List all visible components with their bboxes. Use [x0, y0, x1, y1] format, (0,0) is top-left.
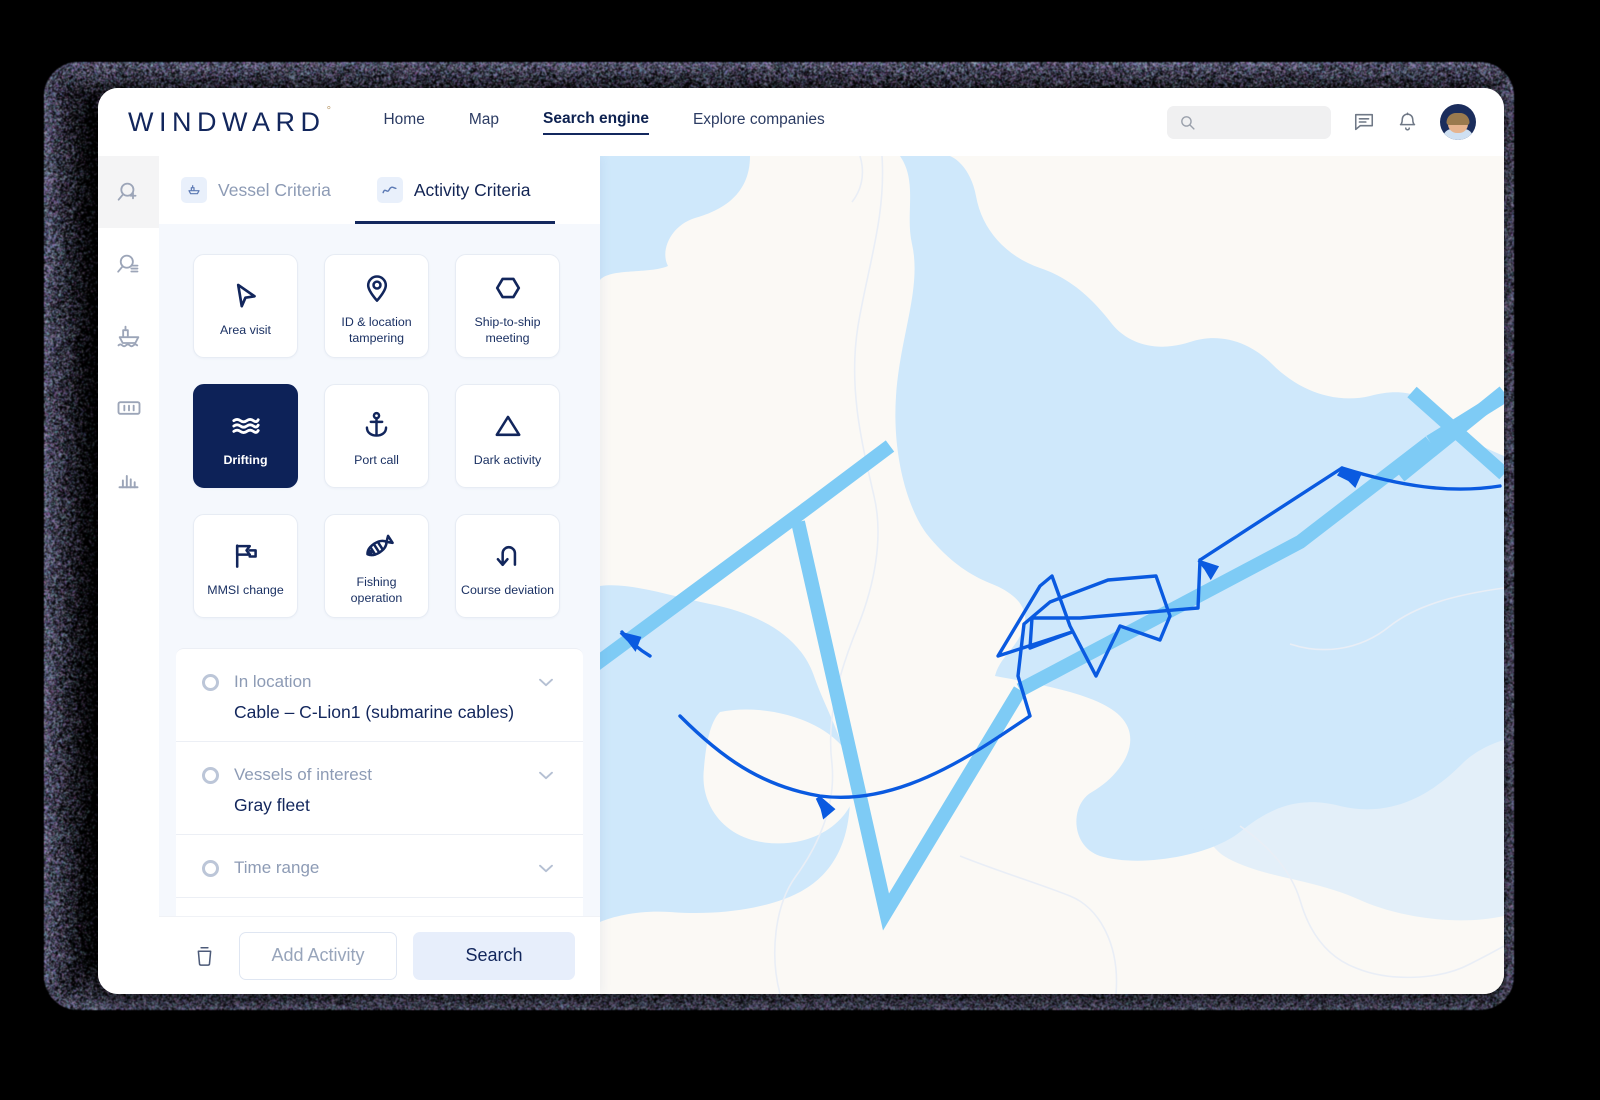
activity-cards-section: Area visit ID & location tampering Ship-…: [159, 224, 600, 626]
tab-activity-criteria[interactable]: Activity Criteria: [355, 156, 555, 224]
chevron-down-icon[interactable]: [535, 671, 557, 693]
search-icon: [1179, 114, 1196, 131]
radio-icon[interactable]: [202, 674, 219, 691]
activity-card-label: ID & location tampering: [325, 315, 428, 345]
activity-card-mmsi-change[interactable]: MMSI change: [193, 514, 298, 618]
activity-card-port-call[interactable]: Port call: [324, 384, 429, 488]
top-header: WINDWARD ° Home Map Search engine Explor…: [98, 88, 1504, 156]
filter-row-time-range[interactable]: Time range: [176, 835, 583, 898]
notification-bell-icon[interactable]: [1397, 111, 1418, 133]
u-turn-arrow-icon: [492, 534, 524, 578]
left-icon-rail: [98, 156, 159, 994]
new-search-icon: [115, 179, 142, 206]
rail-item-new-search[interactable]: [98, 156, 159, 228]
vessel-icon: [115, 322, 143, 350]
nav-item-search-engine[interactable]: Search engine: [543, 110, 649, 135]
app-body: Vessel Criteria Activity Criteria Area v…: [98, 156, 1504, 994]
search-button[interactable]: Search: [413, 932, 575, 980]
radio-icon[interactable]: [202, 767, 219, 784]
avatar-hair: [1447, 113, 1470, 125]
anchor-icon: [361, 404, 392, 448]
global-search-box[interactable]: [1167, 106, 1331, 139]
activity-card-label: Fishing operation: [325, 575, 428, 605]
filter-value: Gray fleet: [234, 795, 557, 816]
radio-icon[interactable]: [202, 860, 219, 877]
filter-row-in-location[interactable]: In location Cable – C-Lion1 (submarine c…: [176, 649, 583, 742]
tab-vessel-criteria[interactable]: Vessel Criteria: [159, 156, 355, 224]
criteria-panel: Vessel Criteria Activity Criteria Area v…: [159, 156, 600, 994]
filter-label: In location: [234, 672, 520, 692]
activity-card-course-deviation[interactable]: Course deviation: [455, 514, 560, 618]
activity-card-label: Ship-to-ship meeting: [456, 315, 559, 345]
activity-card-ship-to-ship-meeting[interactable]: Ship-to-ship meeting: [455, 254, 560, 358]
delete-criteria-button[interactable]: [185, 937, 223, 975]
activity-cards-grid: Area visit ID & location tampering Ship-…: [193, 254, 566, 618]
vessel-icon: [181, 177, 207, 203]
rail-item-vessel[interactable]: [98, 300, 159, 372]
flag-icon: [230, 534, 262, 578]
rail-item-container[interactable]: [98, 372, 159, 444]
activity-card-drifting[interactable]: Drifting: [193, 384, 298, 488]
fish-bone-icon: [359, 526, 395, 570]
statistics-icon: [115, 467, 142, 494]
filter-value: Cable – C-Lion1 (submarine cables): [234, 702, 557, 723]
avatar[interactable]: [1440, 104, 1476, 140]
panel-action-bar: Add Activity Search: [159, 916, 600, 994]
nav-item-home[interactable]: Home: [383, 111, 424, 134]
activity-trend-icon: [377, 177, 403, 203]
activity-card-id-location-tampering[interactable]: ID & location tampering: [324, 254, 429, 358]
activity-card-label: MMSI change: [203, 583, 287, 598]
saved-search-icon: [115, 251, 142, 278]
activity-card-label: Area visit: [216, 323, 275, 338]
chevron-down-icon[interactable]: [535, 857, 557, 879]
tab-label: Activity Criteria: [414, 180, 531, 201]
filter-label: Vessels of interest: [234, 765, 520, 785]
trash-icon: [193, 944, 216, 968]
activity-card-label: Course deviation: [457, 583, 558, 598]
activity-card-label: Drifting: [219, 453, 271, 468]
activity-card-label: Dark activity: [470, 453, 545, 468]
triangle-icon: [491, 404, 525, 448]
header-actions: [1167, 104, 1476, 140]
container-icon: [115, 394, 143, 422]
cursor-arrow-icon: [229, 274, 263, 318]
app-window: WINDWARD ° Home Map Search engine Explor…: [98, 88, 1504, 994]
nav-item-explore-companies[interactable]: Explore companies: [693, 111, 825, 134]
map-canvas[interactable]: [600, 156, 1504, 994]
activity-card-label: Port call: [350, 453, 403, 468]
activity-card-fishing-operation[interactable]: Fishing operation: [324, 514, 429, 618]
nav-item-map[interactable]: Map: [469, 111, 499, 134]
chevron-down-icon[interactable]: [535, 764, 557, 786]
main-nav: Home Map Search engine Explore companies: [383, 110, 824, 135]
criteria-tabs: Vessel Criteria Activity Criteria: [159, 156, 600, 224]
rail-item-statistics[interactable]: [98, 444, 159, 516]
activity-card-area-visit[interactable]: Area visit: [193, 254, 298, 358]
logo-text: WINDWARD: [128, 107, 325, 137]
rail-item-saved-search[interactable]: [98, 228, 159, 300]
waves-icon: [227, 404, 265, 448]
add-activity-button[interactable]: Add Activity: [239, 932, 397, 980]
logo-degree-mark: °: [327, 105, 337, 117]
messages-icon[interactable]: [1353, 111, 1375, 133]
app-logo[interactable]: WINDWARD °: [128, 107, 325, 138]
hexagon-icon: [491, 266, 525, 310]
search-input[interactable]: [1196, 115, 1316, 129]
tab-label: Vessel Criteria: [218, 180, 331, 201]
activity-card-dark-activity[interactable]: Dark activity: [455, 384, 560, 488]
location-pin-icon: [361, 266, 393, 310]
map-svg: [600, 156, 1504, 994]
filter-row-vessels-of-interest[interactable]: Vessels of interest Gray fleet: [176, 742, 583, 835]
filter-label: Time range: [234, 858, 520, 878]
